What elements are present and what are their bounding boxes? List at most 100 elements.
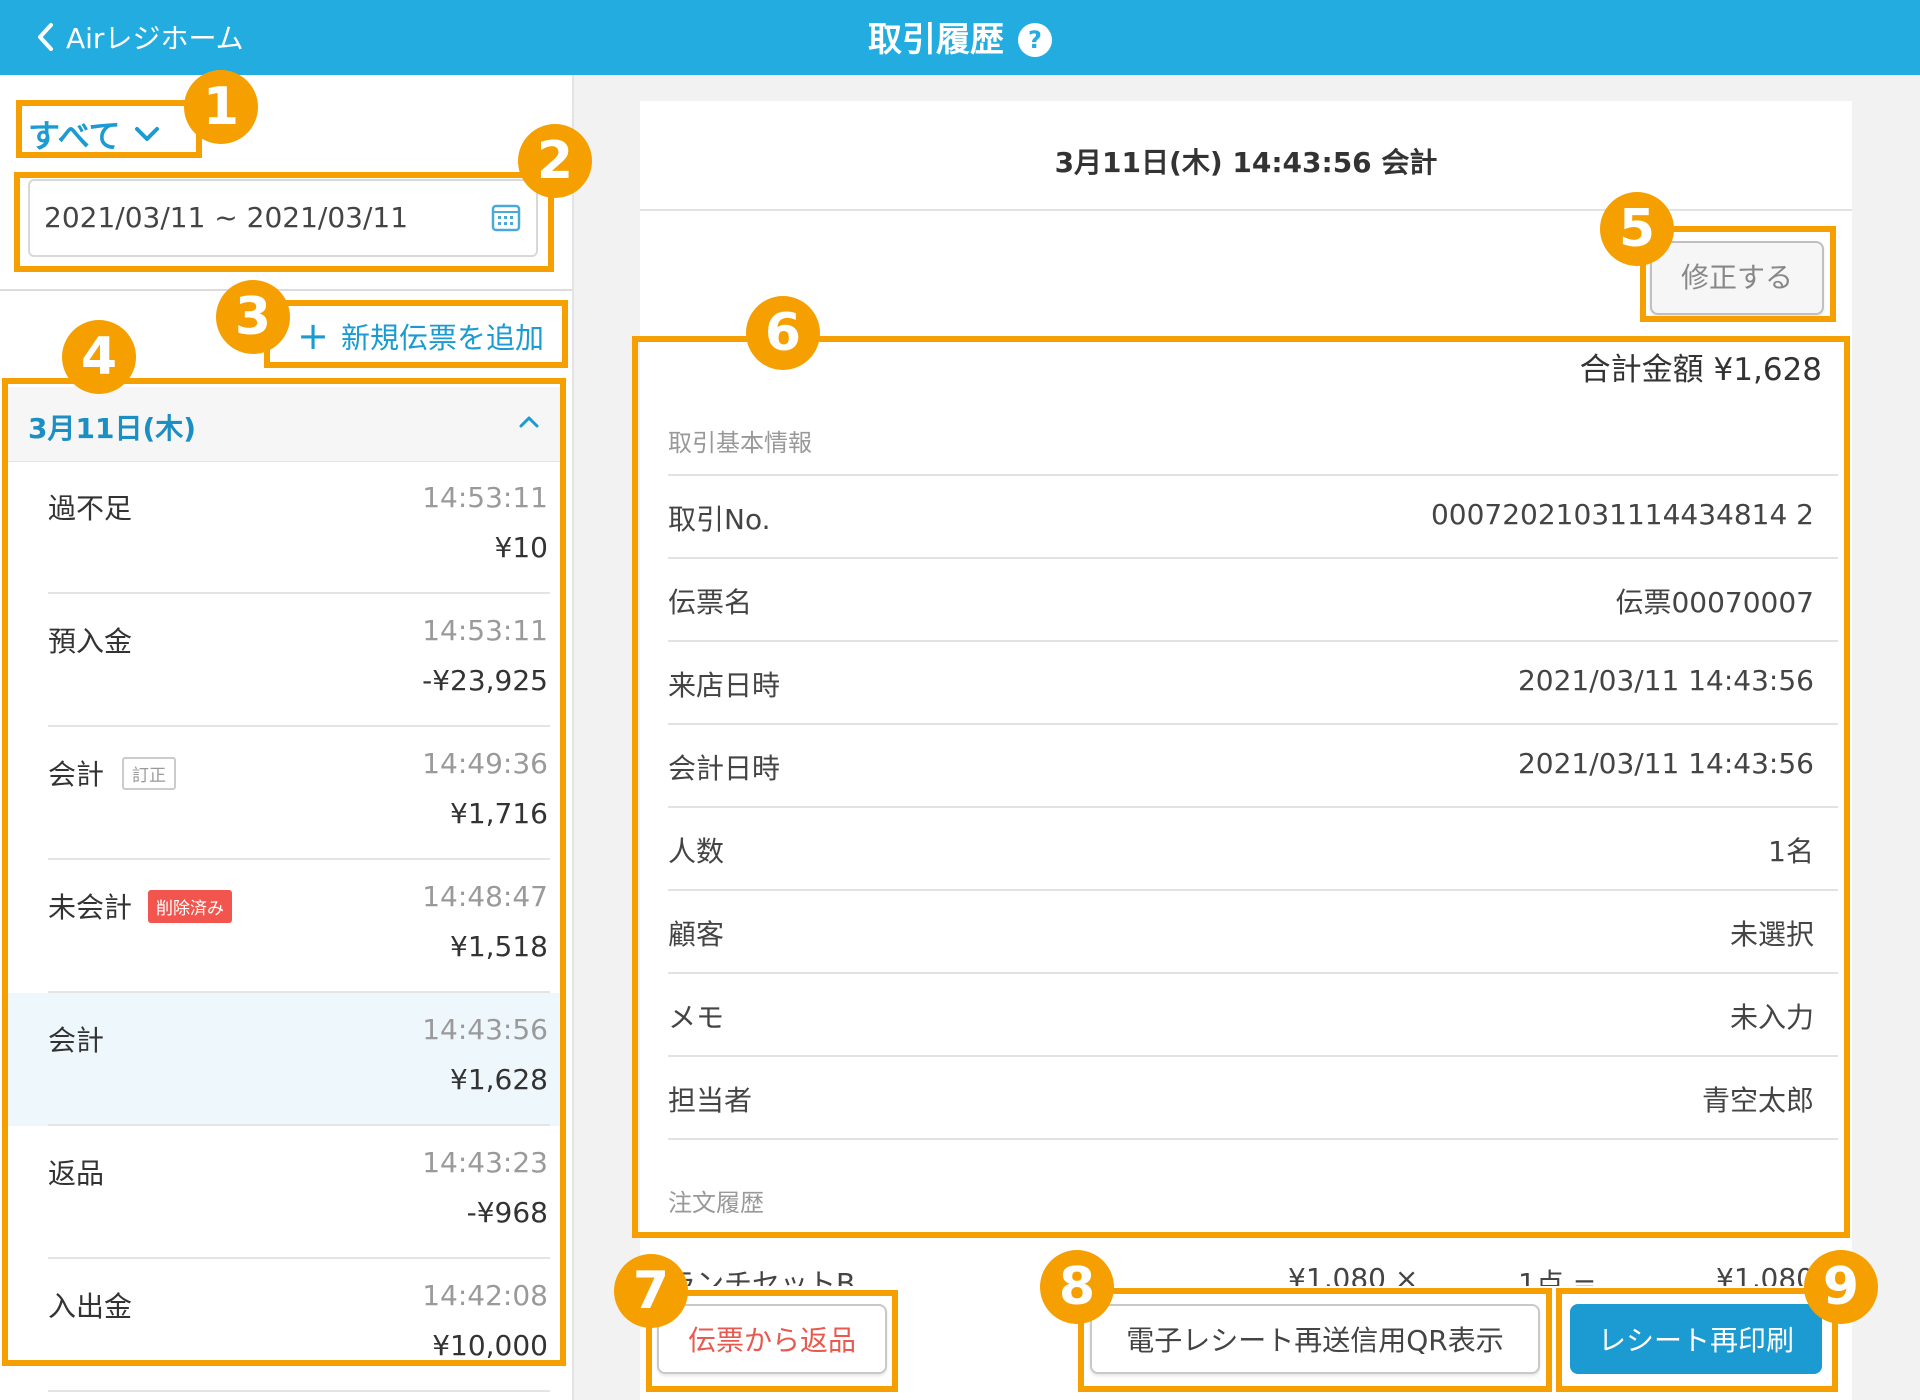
detail-heading: 3月11日(木) 14:43:56 会計 [1054,146,1438,179]
transaction-name: 未会計 [48,891,133,924]
order-item-name: ランチセットB [668,1267,856,1286]
transaction-name: 会計 [48,1024,105,1057]
transaction-name-group: 会計 [48,1019,104,1059]
filter-dropdown[interactable]: すべて [28,111,160,157]
transaction-name: 預入金 [48,625,133,658]
info-table-bottom-border [668,1138,1838,1140]
info-value: 2021/03/11 14:43:56 [1517,664,1814,697]
callout-badge-4: 4 [62,320,136,394]
callout-badge-6: 6 [746,296,820,370]
callout-badge-1: 1 [184,70,258,144]
order-item-subtotal: ¥1,080 [1716,1262,1814,1286]
transaction-row[interactable]: 返品 14:43:23 -¥968 [8,1126,562,1259]
info-row: 来店日時 2021/03/11 14:43:56 [668,640,1838,723]
edit-button[interactable]: 修正する [1650,241,1824,315]
transaction-time: 14:48:47 [422,880,548,913]
transaction-name-group: 過不足 [48,487,132,527]
info-value: 未入力 [1729,1001,1814,1034]
transaction-time: 14:49:36 [422,747,548,780]
info-value: 未選択 [1729,918,1814,951]
transaction-name-group: 入出金 [48,1285,132,1325]
reprint-receipt-button[interactable]: レシート再印刷 [1570,1304,1822,1374]
transaction-row[interactable]: 会計 14:43:56 ¥1,628 [8,993,562,1126]
transaction-row[interactable]: 預入金 14:53:11 -¥23,925 [8,594,562,727]
transaction-amount: ¥1,628 [450,1063,548,1096]
section-basic-info-label: 取引基本情報 [668,429,812,457]
info-row: メモ 未入力 [668,972,1838,1055]
transaction-name-group: 未会計 削除済み [48,886,233,926]
transaction-list-panel: すべて 2021/03/11 ~ 2021/03/11 + 新規伝票を追加 3月… [0,75,574,1400]
day-group-label: 3月11日(木) [28,412,197,445]
date-range-field[interactable]: 2021/03/11 ~ 2021/03/11 [28,179,538,257]
show-receipt-qr-button[interactable]: 電子レシート再送信用QR表示 [1090,1304,1540,1374]
info-row: 担当者 青空太郎 [668,1055,1838,1138]
transaction-name: 入出金 [48,1290,133,1323]
callout-badge-3: 3 [216,280,290,354]
transaction-amount: ¥1,716 [450,797,548,830]
chevron-up-icon [519,416,539,428]
calendar-icon[interactable] [490,201,522,233]
transaction-detail-area: 3月11日(木) 14:43:56 会計 修正する 合計金額 ¥1,628 取引… [574,75,1920,1400]
info-label: 顧客 [668,918,725,951]
transaction-time: 14:43:56 [422,1013,548,1046]
order-item-qty: 1点 = [1518,1267,1597,1286]
info-value: 00072021031114434814 2 [1430,498,1814,531]
info-value: 1名 [1768,835,1814,868]
help-icon[interactable]: ? [1018,23,1052,57]
info-label: 人数 [668,835,725,868]
info-row: 会計日時 2021/03/11 14:43:56 [668,723,1838,806]
transaction-row[interactable]: 未会計 削除済み 14:48:47 ¥1,518 [8,860,562,993]
info-value: 2021/03/11 14:43:56 [1517,747,1814,780]
transaction-list: 過不足 14:53:11 ¥10 預入金 14:53:11 -¥23,925 会計 訂正 14:… [8,461,562,1392]
info-row: 取引No. 00072021031114434814 2 [668,474,1838,557]
info-row: 顧客 未選択 [668,889,1838,972]
order-item-price: ¥1,080 × [1288,1262,1419,1286]
callout-badge-2: 2 [518,124,592,198]
info-label: 会計日時 [668,752,781,785]
row-divider [48,1390,550,1392]
status-badge: 訂正 [122,756,177,790]
divider [0,289,572,291]
return-from-slip-button[interactable]: 伝票から返品 [657,1304,887,1374]
transaction-time: 14:53:11 [422,614,548,647]
section-order-history-label: 注文履歴 [668,1189,764,1217]
transaction-amount: ¥10 [494,531,548,564]
date-range-value: 2021/03/11 ~ 2021/03/11 [44,201,409,234]
transaction-detail-panel: 3月11日(木) 14:43:56 会計 修正する 合計金額 ¥1,628 取引… [640,101,1852,1400]
transaction-amount: ¥1,518 [450,930,548,963]
transaction-name: 返品 [48,1157,105,1190]
callout-badge-5: 5 [1600,192,1674,266]
transaction-amount: -¥968 [466,1196,548,1229]
info-label: 来店日時 [668,669,781,702]
info-label: 取引No. [668,503,771,536]
total-amount: 合計金額 ¥1,628 [1579,352,1822,388]
info-value: 伝票00070007 [1615,586,1814,619]
info-label: 担当者 [668,1084,753,1117]
detail-header: 3月11日(木) 14:43:56 会計 [640,101,1852,211]
top-bar: Airレジホーム 取引履歴? [0,0,1920,75]
transaction-time: 14:42:08 [422,1279,548,1312]
transaction-name-group: 返品 [48,1152,104,1192]
transaction-time: 14:43:23 [422,1146,548,1179]
info-row: 人数 1名 [668,806,1838,889]
callout-badge-8: 8 [1040,1250,1114,1324]
transaction-name: 会計 [48,758,105,791]
plus-icon: + [297,314,329,358]
add-new-slip-label: 新規伝票を追加 [340,321,544,355]
add-new-slip-button[interactable]: + 新規伝票を追加 [297,315,544,357]
transaction-row[interactable]: 入出金 14:42:08 ¥10,000 [8,1259,562,1392]
info-value: 青空太郎 [1701,1084,1814,1117]
info-label: メモ [668,1001,725,1034]
chevron-down-icon [135,127,160,141]
basic-info-table: 取引No. 00072021031114434814 2 伝票名 伝票00070007… [668,474,1838,1140]
transaction-amount: -¥23,925 [422,664,548,697]
day-group-header[interactable]: 3月11日(木) [8,387,562,462]
transaction-row[interactable]: 会計 訂正 14:49:36 ¥1,716 [8,727,562,860]
transaction-name: 過不足 [48,492,133,525]
filter-label: すべて [28,117,121,155]
page-title-text: 取引履歴 [868,20,1004,60]
callout-badge-9: 9 [1804,1250,1878,1324]
transaction-time: 14:53:11 [422,481,548,514]
transaction-amount: ¥10,000 [432,1329,548,1362]
transaction-row[interactable]: 過不足 14:53:11 ¥10 [8,461,562,594]
